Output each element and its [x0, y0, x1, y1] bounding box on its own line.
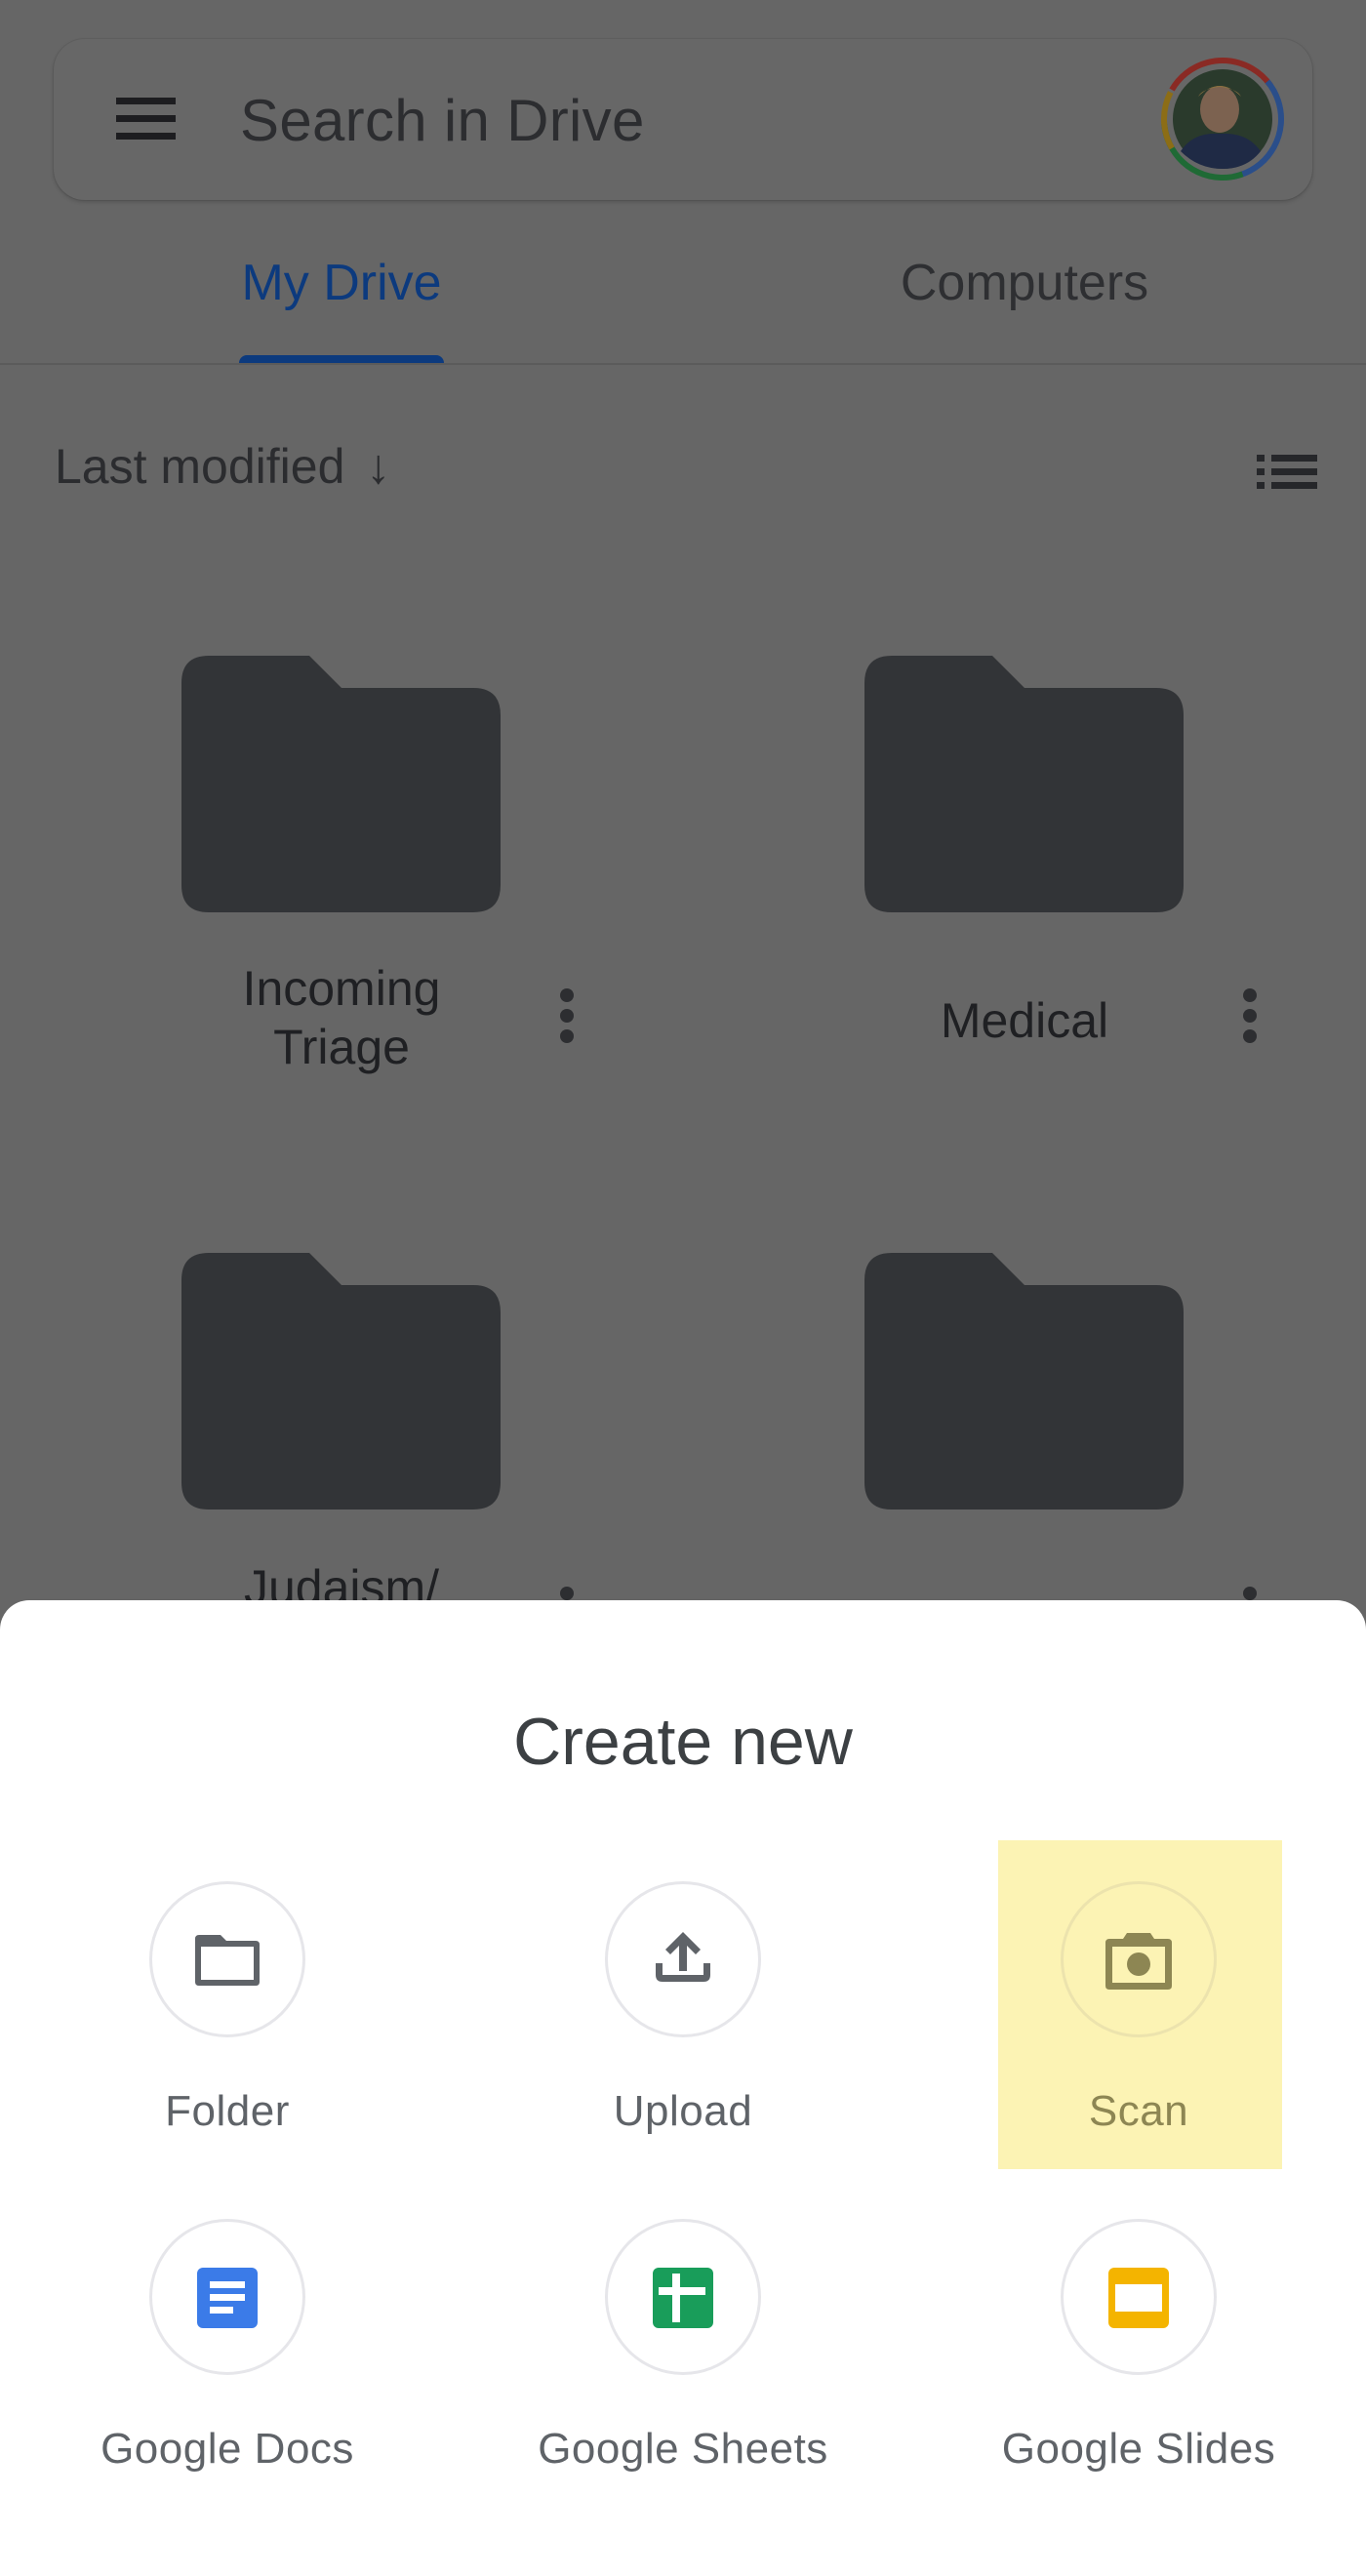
search-input[interactable]: Search in Drive	[240, 82, 645, 160]
arrow-down-icon: ↓	[366, 439, 391, 494]
upload-button-circle[interactable]	[605, 1881, 761, 2037]
hamburger-menu-icon[interactable]	[116, 98, 176, 140]
folder-name[interactable]: Medical	[829, 991, 1220, 1050]
sheet-title: Create new	[513, 1705, 853, 1779]
folder-thumbnail[interactable]	[864, 1253, 1184, 1509]
tab-divider	[0, 363, 1366, 365]
camera-icon	[1105, 1933, 1172, 1990]
google-docs-icon	[197, 2268, 258, 2328]
folder-thumbnail[interactable]	[181, 1253, 501, 1509]
sort-button[interactable]: Last modified ↓	[55, 437, 390, 496]
google-sheets-icon	[653, 2268, 713, 2328]
account-avatar[interactable]	[1159, 56, 1286, 182]
upload-icon	[656, 1932, 710, 1982]
search-bar[interactable]: Search in Drive	[54, 39, 1312, 200]
more-options-icon[interactable]	[1240, 988, 1260, 1043]
folder-thumbnail[interactable]	[181, 656, 501, 912]
google-slides-icon	[1108, 2268, 1169, 2328]
folder-name[interactable]: Incoming Triage	[146, 959, 537, 1076]
docs-button-circle[interactable]	[149, 2219, 305, 2375]
list-view-icon[interactable]	[1257, 455, 1317, 490]
folder-button-circle[interactable]	[149, 1881, 305, 2037]
more-options-icon[interactable]	[557, 988, 577, 1043]
folder-thumbnail[interactable]	[864, 656, 1184, 912]
scan-button-circle[interactable]	[1061, 1881, 1217, 2037]
tab-computers[interactable]: Computers	[829, 244, 1220, 322]
sheets-button-circle[interactable]	[605, 2219, 761, 2375]
tab-my-drive[interactable]: My Drive	[146, 244, 537, 322]
folder-icon	[195, 1935, 260, 1986]
sort-label: Last modified	[55, 439, 345, 494]
slides-button-circle[interactable]	[1061, 2219, 1217, 2375]
